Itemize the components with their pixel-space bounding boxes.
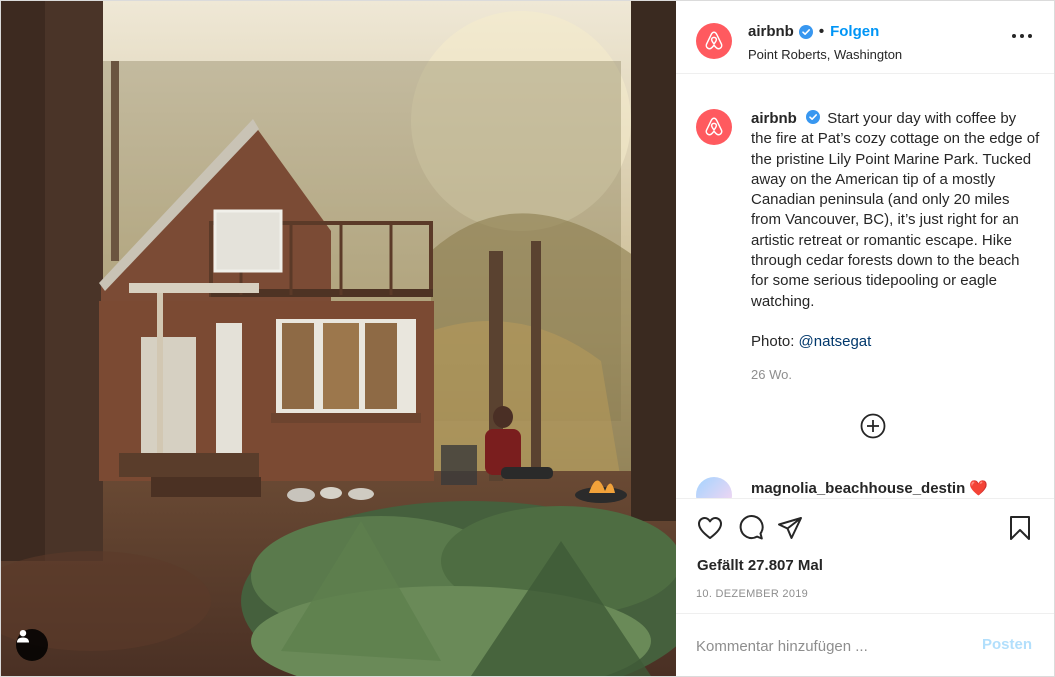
heart-icon[interactable] (696, 514, 724, 542)
post-photo[interactable] (1, 1, 676, 676)
user-tag-icon (17, 630, 29, 643)
caption-text: Start your day with coffee by the fire a… (751, 110, 1040, 310)
cabin-forest-photo (1, 1, 676, 676)
comment-bubble-icon[interactable] (737, 514, 765, 542)
comment-emoji: ❤️ (969, 480, 988, 497)
verified-badge-icon (798, 24, 813, 39)
caption-username[interactable]: airbnb (751, 110, 797, 127)
account-username[interactable]: airbnb (748, 23, 794, 40)
post-caption: airbnb Start your day with coffee by the… (751, 109, 1041, 352)
comment-input[interactable] (696, 634, 966, 658)
more-options-icon[interactable] (1012, 31, 1032, 41)
paper-plane-icon[interactable] (776, 514, 804, 542)
caption-avatar[interactable] (696, 109, 732, 145)
airbnb-logo-icon (705, 117, 723, 136)
follow-button[interactable]: Folgen (830, 23, 879, 40)
airbnb-logo-icon (705, 31, 723, 50)
post-header: airbnb • Folgen Point Roberts, Washingto… (676, 1, 1054, 74)
bookmark-icon[interactable] (1006, 514, 1034, 542)
action-bar: Gefällt 27.807 Mal 10. DEZEMBER 2019 (676, 498, 1054, 613)
comments-section: airbnb Start your day with coffee by the… (676, 75, 1054, 498)
comment-avatar[interactable] (696, 477, 732, 498)
photo-credit-mention[interactable]: @natsegat (799, 333, 872, 350)
post-side-panel: airbnb • Folgen Point Roberts, Washingto… (676, 1, 1054, 676)
comment-bar: Posten (676, 613, 1054, 676)
user-tag-button[interactable] (16, 629, 48, 661)
caption-age: 26 Wo. (751, 367, 792, 382)
post-container: airbnb • Folgen Point Roberts, Washingto… (0, 0, 1055, 677)
verified-badge-icon (806, 110, 821, 124)
separator-dot: • (818, 23, 825, 40)
comment-username[interactable]: magnolia_beachhouse_destin (751, 480, 965, 497)
photo-credit-label: Photo: (751, 332, 795, 350)
comment-preview: magnolia_beachhouse_destin ❤️ (751, 479, 988, 497)
like-count[interactable]: Gefällt 27.807 Mal (697, 557, 823, 574)
post-comment-button[interactable]: Posten (982, 636, 1032, 653)
location-link[interactable]: Point Roberts, Washington (748, 47, 902, 62)
header-name-row: airbnb • Folgen (748, 23, 879, 40)
plus-circle-icon[interactable] (860, 413, 886, 439)
account-avatar[interactable] (696, 23, 732, 59)
photo-credit-line: Photo: @natsegat (751, 332, 1041, 352)
post-date: 10. DEZEMBER 2019 (696, 588, 809, 600)
